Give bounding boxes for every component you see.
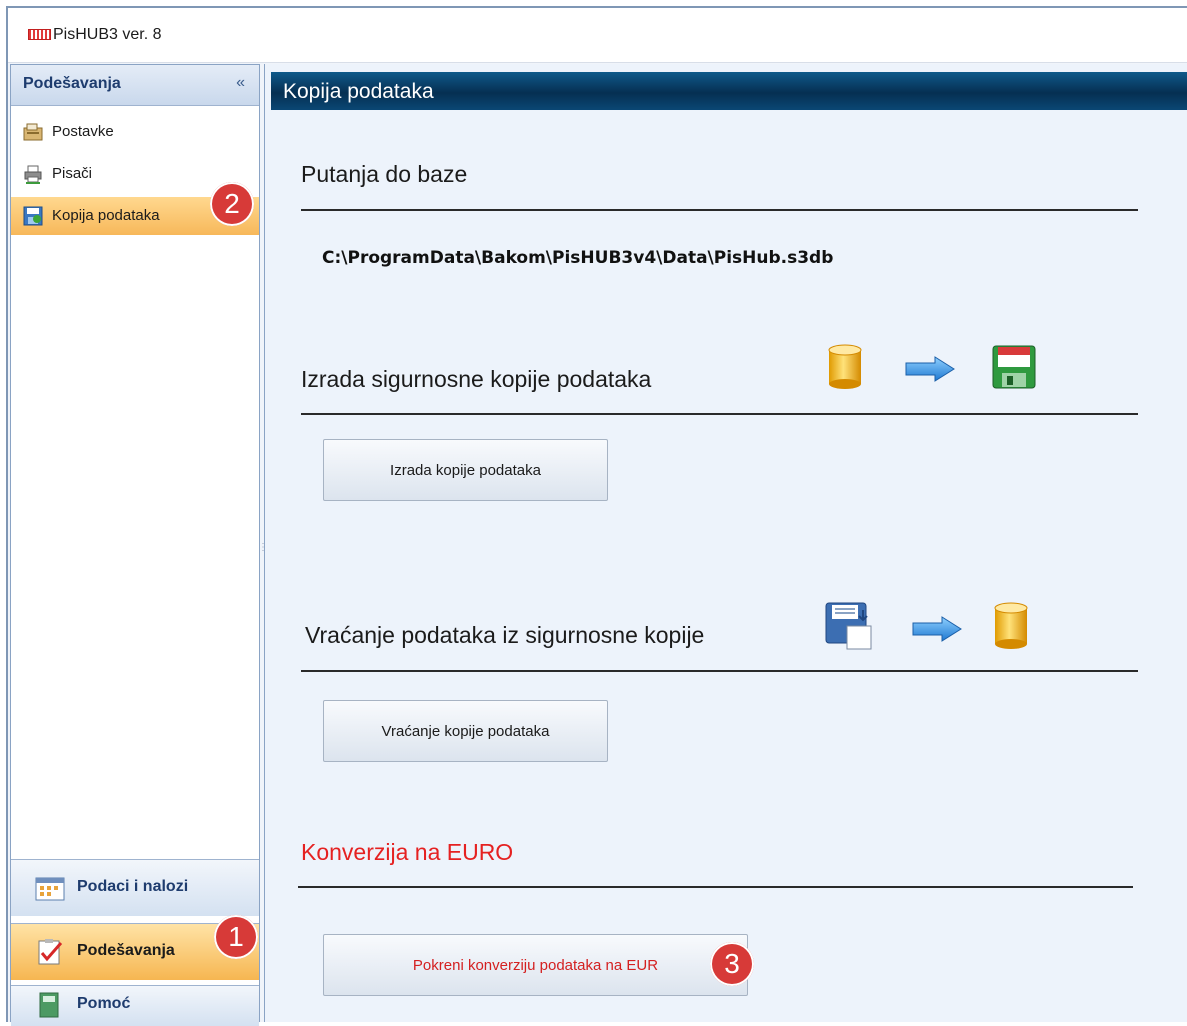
step-badge-3: 3 xyxy=(710,942,754,986)
backup-title: Izrada sigurnosne kopije podataka xyxy=(301,366,652,392)
arrow-right-icon xyxy=(912,616,962,642)
step-badge-1: 1 xyxy=(214,915,258,959)
settings-icon xyxy=(23,123,43,141)
database-icon xyxy=(994,602,1028,649)
restore-title: Vraćanje podataka iz sigurnosne kopije xyxy=(305,622,705,648)
divider xyxy=(301,413,1138,415)
title-bar: PisHUB3 ver. 8 xyxy=(8,8,1187,63)
start-euro-conversion-button[interactable]: Pokreni konverziju podataka na EUR xyxy=(323,934,748,996)
floppy-restore-icon xyxy=(825,602,872,650)
floppy-save-icon xyxy=(992,345,1036,389)
checklist-icon xyxy=(38,939,63,965)
collapse-sidebar-icon[interactable]: « xyxy=(236,74,245,92)
step-badge-2: 2 xyxy=(210,182,254,226)
printer-icon xyxy=(24,165,42,184)
sidebar-item-label: Postavke xyxy=(52,123,114,140)
app-logo-icon xyxy=(28,29,51,40)
nav-button-label: Podaci i nalozi xyxy=(77,878,189,895)
main-panel: Kopija podataka Putanja do baze C:\Progr… xyxy=(264,64,1187,1022)
main-header: Kopija podataka xyxy=(271,72,1187,110)
nav-button-pomoc[interactable]: Pomoć xyxy=(11,985,259,1026)
window-title: PisHUB3 ver. 8 xyxy=(53,26,162,43)
page-title: Kopija podataka xyxy=(283,80,434,103)
arrow-right-icon xyxy=(905,356,955,382)
euro-conversion-title: Konverzija na EURO xyxy=(301,839,514,865)
sidebar-item-postavke[interactable]: Postavke xyxy=(11,113,259,151)
divider xyxy=(298,886,1133,888)
app-window: PisHUB3 ver. 8 Podešavanja « Postavke Pi… xyxy=(6,6,1187,1026)
db-path-value: C:\ProgramData\Bakom\PisHUB3v4\Data\PisH… xyxy=(322,248,834,268)
create-backup-button[interactable]: Izrada kopije podataka xyxy=(323,439,608,501)
divider xyxy=(301,209,1138,211)
sidebar-header: Podešavanja « xyxy=(11,65,259,106)
sidebar-item-label: Kopija podataka xyxy=(52,207,160,224)
calendar-icon xyxy=(35,877,65,901)
backup-icon xyxy=(23,206,43,226)
database-icon xyxy=(828,344,862,389)
sidebar-item-label: Pisači xyxy=(52,165,93,182)
sidebar-header-label: Podešavanja xyxy=(23,75,121,92)
nav-button-podaci-i-nalozi[interactable]: Podaci i nalozi xyxy=(11,859,259,916)
divider xyxy=(301,670,1138,672)
db-path-title: Putanja do baze xyxy=(301,161,468,187)
restore-backup-button[interactable]: Vraćanje kopije podataka xyxy=(323,700,608,762)
help-icon xyxy=(39,992,59,1018)
nav-button-label: Pomoć xyxy=(77,995,131,1012)
nav-button-label: Podešavanja xyxy=(77,942,175,959)
